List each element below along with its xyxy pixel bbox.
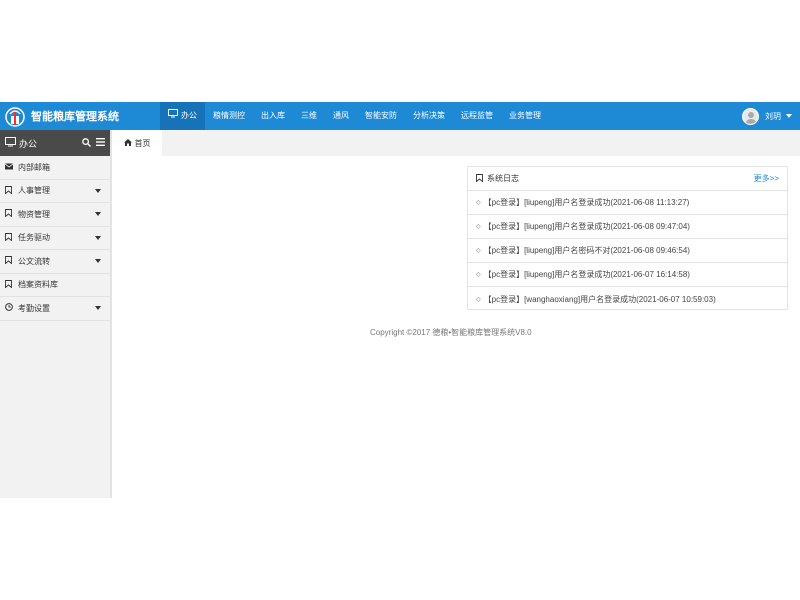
- bookmark-icon: [476, 173, 483, 184]
- home-icon: [123, 138, 132, 148]
- diamond-icon: ◇: [476, 248, 481, 254]
- sidebar-item-tasks[interactable]: 任务驱动: [0, 227, 110, 250]
- tab-label: 首页: [134, 138, 151, 148]
- bookmark-icon: [5, 256, 15, 266]
- sidebar-title: 办公: [19, 138, 38, 149]
- monitor-icon: [168, 102, 178, 130]
- log-entry-text: 【pc登录】[liupeng]用户名登录成功(2021-06-08 09:47:…: [483, 222, 690, 231]
- log-entry-text: 【pc登录】[liupeng]用户名密码不对(2021-06-08 09:46:…: [483, 246, 690, 255]
- nav-item-remote[interactable]: 远程监管: [453, 102, 501, 130]
- sidebar-item-label: 档案资料库: [18, 280, 58, 290]
- log-entry-text: 【pc登录】[liupeng]用户名登录成功(2021-06-08 11:13:…: [483, 198, 690, 207]
- log-entry[interactable]: ◇ 【pc登录】[wanghaoxiang]用户名登录成功(2021-06-07…: [468, 287, 787, 311]
- sidebar-item-archive[interactable]: 档案资料库: [0, 274, 110, 297]
- chevron-down-icon: [95, 306, 101, 311]
- log-entry[interactable]: ◇ 【pc登录】[liupeng]用户名登录成功(2021-06-08 09:4…: [468, 215, 787, 239]
- main-nav: 办公 粮情测控 出入库 三维 通风 智能安防 分析决策 远程监管 业务管理: [160, 102, 549, 130]
- diamond-icon: ◇: [476, 200, 481, 206]
- top-bar: 智能粮库管理系统 办公 粮情测控 出入库 三维 通风 智能安防 分析决策 远程监…: [0, 102, 800, 130]
- nav-item-security[interactable]: 智能安防: [357, 102, 405, 130]
- nav-item-in-out[interactable]: 出入库: [253, 102, 293, 130]
- monitor-icon: [5, 137, 16, 149]
- log-entry[interactable]: ◇ 【pc登录】[liupeng]用户名登录成功(2021-06-08 11:1…: [468, 191, 787, 215]
- user-name: 刘玥: [765, 111, 781, 121]
- diamond-icon: ◇: [476, 224, 481, 230]
- log-entry-text: 【pc登录】[wanghaoxiang]用户名登录成功(2021-06-07 1…: [483, 294, 716, 304]
- nav-item-business[interactable]: 业务管理: [501, 102, 549, 130]
- menu-icon[interactable]: [96, 138, 105, 148]
- tab-home[interactable]: 首页: [112, 130, 162, 156]
- chevron-down-icon: [95, 188, 101, 193]
- diamond-icon: ◇: [476, 296, 481, 303]
- log-entry-text: 【pc登录】[liupeng]用户名登录成功(2021-06-07 16:14:…: [483, 270, 690, 279]
- sidebar-item-label: 内部邮箱: [18, 162, 50, 172]
- search-icon[interactable]: [82, 137, 91, 149]
- chevron-down-icon: [95, 212, 101, 217]
- clock-icon: [5, 303, 15, 313]
- nav-item-label: 办公: [181, 111, 197, 120]
- sidebar-item-label: 任务驱动: [18, 233, 50, 243]
- panel-title: 系统日志: [487, 174, 519, 183]
- panel-header: 系统日志 更多>>: [468, 167, 787, 191]
- sidebar-item-label: 考勤设置: [18, 303, 50, 313]
- envelope-icon: [4, 163, 15, 172]
- avatar: [742, 107, 759, 125]
- more-link[interactable]: 更多>>: [754, 173, 779, 184]
- sidebar-item-materials[interactable]: 物资管理: [0, 203, 110, 227]
- nav-item-grain-monitor[interactable]: 粮情测控: [205, 102, 253, 130]
- nav-item-ventilation[interactable]: 通风: [325, 102, 357, 130]
- sidebar-item-label: 物资管理: [18, 209, 50, 219]
- logo-icon: [5, 107, 25, 127]
- bookmark-icon: [5, 279, 15, 290]
- sidebar-item-mailbox[interactable]: 内部邮箱: [0, 156, 110, 180]
- chevron-down-icon: [95, 235, 101, 240]
- bookmark-icon: [5, 209, 15, 219]
- system-log-panel: 系统日志 更多>> ◇ 【pc登录】[liupeng]用户名登录成功(2021-…: [467, 166, 788, 310]
- sidebar-header: 办公: [0, 130, 110, 156]
- nav-item-analysis[interactable]: 分析决策: [405, 102, 453, 130]
- log-entry[interactable]: ◇ 【pc登录】[liupeng]用户名登录成功(2021-06-07 16:1…: [468, 263, 787, 287]
- sidebar-item-label: 公文流转: [18, 256, 50, 266]
- app-window: 智能粮库管理系统 办公 粮情测控 出入库 三维 通风 智能安防 分析决策 远程监…: [0, 102, 800, 498]
- sidebar-item-label: 人事管理: [18, 186, 50, 196]
- footer-copyright: Copyright ©2017 德粮•智能粮库管理系统V8.0: [370, 328, 532, 337]
- chevron-down-icon: [95, 259, 101, 264]
- bookmark-icon: [5, 185, 15, 196]
- nav-item-3d[interactable]: 三维: [293, 102, 325, 130]
- sidebar-item-documents[interactable]: 公文流转: [0, 250, 110, 274]
- nav-item-office[interactable]: 办公: [160, 102, 205, 130]
- log-entry[interactable]: ◇ 【pc登录】[liupeng]用户名密码不对(2021-06-08 09:4…: [468, 239, 787, 263]
- user-menu[interactable]: 刘玥: [742, 107, 792, 125]
- sidebar-item-attendance[interactable]: 考勤设置: [0, 297, 110, 321]
- app-title: 智能粮库管理系统: [31, 111, 119, 123]
- bookmark-icon: [5, 232, 15, 243]
- sidebar-item-hr[interactable]: 人事管理: [0, 180, 110, 203]
- sidebar: 办公 内部邮箱 人事管理 物资管理 任务驱动 公文流转 档案资料库 考勤设置: [0, 130, 112, 498]
- chevron-down-icon: [786, 114, 792, 118]
- tab-bar: 首页: [112, 130, 800, 156]
- diamond-icon: ◇: [476, 272, 481, 278]
